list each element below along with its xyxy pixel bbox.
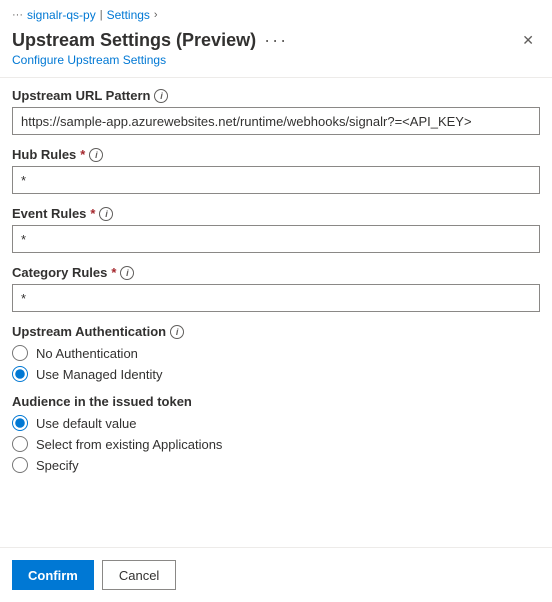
event-rules-input[interactable] <box>12 225 540 253</box>
confirm-button[interactable]: Confirm <box>12 560 94 590</box>
category-rules-group: Category Rules * i <box>12 265 540 312</box>
upstream-auth-info-icon[interactable]: i <box>170 325 184 339</box>
auth-radio-group: No Authentication Use Managed Identity <box>12 345 540 382</box>
category-rules-required: * <box>111 265 116 280</box>
upstream-auth-group: Upstream Authentication i No Authenticat… <box>12 324 540 382</box>
page-title: Upstream Settings (Preview) <box>12 30 256 51</box>
audience-section: Audience in the issued token Use default… <box>12 394 540 473</box>
event-rules-required: * <box>90 206 95 221</box>
managed-identity-radio[interactable] <box>12 366 28 382</box>
header-more-icon[interactable]: ··· <box>264 30 288 51</box>
close-button[interactable]: ✕ <box>516 30 540 51</box>
hub-rules-info-icon[interactable]: i <box>89 148 103 162</box>
hub-rules-group: Hub Rules * i <box>12 147 540 194</box>
breadcrumb-dots[interactable]: ··· <box>12 9 23 21</box>
category-rules-info-icon[interactable]: i <box>120 266 134 280</box>
default-value-label[interactable]: Use default value <box>36 416 136 431</box>
audience-default-item: Use default value <box>12 415 540 431</box>
breadcrumb-settings[interactable]: Settings <box>107 8 150 22</box>
auth-no-auth-item: No Authentication <box>12 345 540 361</box>
event-rules-label: Event Rules * i <box>12 206 540 221</box>
no-auth-radio[interactable] <box>12 345 28 361</box>
hub-rules-input[interactable] <box>12 166 540 194</box>
audience-radio-group: Use default value Select from existing A… <box>12 415 540 473</box>
subtitle: Configure Upstream Settings <box>0 53 552 77</box>
upstream-url-info-icon[interactable]: i <box>154 89 168 103</box>
header-left: Upstream Settings (Preview) ··· <box>12 30 288 51</box>
audience-specify-item: Specify <box>12 457 540 473</box>
audience-existing-item: Select from existing Applications <box>12 436 540 452</box>
category-rules-label: Category Rules * i <box>12 265 540 280</box>
breadcrumb-sep1: | <box>100 9 103 21</box>
no-auth-label[interactable]: No Authentication <box>36 346 138 361</box>
footer: Confirm Cancel <box>0 547 552 602</box>
existing-apps-label[interactable]: Select from existing Applications <box>36 437 222 452</box>
header: Upstream Settings (Preview) ··· ✕ <box>0 26 552 53</box>
upstream-auth-label: Upstream Authentication i <box>12 324 540 339</box>
default-value-radio[interactable] <box>12 415 28 431</box>
specify-label[interactable]: Specify <box>36 458 79 473</box>
upstream-url-label: Upstream URL Pattern i <box>12 88 540 103</box>
hub-rules-label: Hub Rules * i <box>12 147 540 162</box>
form-area: Upstream URL Pattern i Hub Rules * i Eve… <box>0 88 552 547</box>
event-rules-info-icon[interactable]: i <box>99 207 113 221</box>
existing-apps-radio[interactable] <box>12 436 28 452</box>
auth-managed-identity-item: Use Managed Identity <box>12 366 540 382</box>
category-rules-input[interactable] <box>12 284 540 312</box>
managed-identity-label[interactable]: Use Managed Identity <box>36 367 162 382</box>
breadcrumb-signalr[interactable]: signalr-qs-py <box>27 8 96 22</box>
audience-title: Audience in the issued token <box>12 394 540 409</box>
event-rules-group: Event Rules * i <box>12 206 540 253</box>
upstream-url-group: Upstream URL Pattern i <box>12 88 540 135</box>
breadcrumb: ··· signalr-qs-py | Settings › <box>0 0 552 26</box>
breadcrumb-sep2: › <box>154 9 158 21</box>
hub-rules-required: * <box>80 147 85 162</box>
cancel-button[interactable]: Cancel <box>102 560 176 590</box>
panel: ··· signalr-qs-py | Settings › Upstream … <box>0 0 552 602</box>
upstream-url-input[interactable] <box>12 107 540 135</box>
header-divider <box>0 77 552 78</box>
specify-radio[interactable] <box>12 457 28 473</box>
